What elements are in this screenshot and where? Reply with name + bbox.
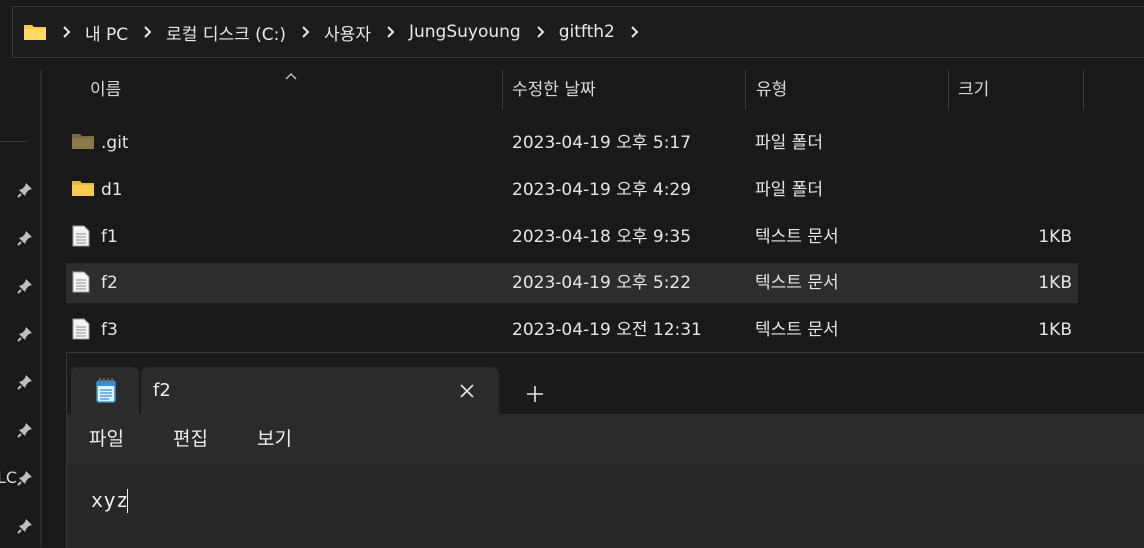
column-header-type[interactable]: 유형 [756,70,787,110]
nav-divider [0,141,27,142]
pin-icon[interactable] [16,229,34,247]
breadcrumb: 내 PC 로컬 디스크 (C:) 사용자 JungSuyoung gitfth2 [23,7,653,57]
file-name: d1 [101,180,123,200]
file-name: .git [101,133,129,153]
file-modified: 2023-04-19 오후 4:29 [512,180,692,200]
nav-item-partial-label[interactable]: LC [0,468,17,487]
text-file-icon [72,271,94,293]
file-size: 1KB [1038,320,1072,340]
pin-icon[interactable] [16,181,34,199]
file-size: 1KB [1038,227,1072,247]
column-divider[interactable] [502,70,503,110]
column-header-modified[interactable]: 수정한 날짜 [512,70,596,110]
pin-icon[interactable] [16,421,34,439]
column-divider[interactable] [948,70,949,110]
breadcrumb-item-this-pc[interactable]: 내 PC [85,20,128,45]
file-row-git[interactable]: .git 2023-04-19 오후 5:17 파일 폴더 [66,123,1078,163]
notepad-app-button[interactable] [71,367,139,414]
chevron-right-icon[interactable] [628,22,642,42]
file-modified: 2023-04-19 오후 5:22 [512,273,692,293]
breadcrumb-item-user[interactable]: JungSuyoung [409,22,521,42]
file-row-f1[interactable]: f1 2023-04-18 오후 9:35 텍스트 문서 1KB [66,217,1078,257]
breadcrumb-item-local-disk[interactable]: 로컬 디스크 (C:) [166,20,286,45]
file-type: 텍스트 문서 [755,273,839,293]
notepad-window: f2 파일 편집 보기 xyz [66,352,1144,548]
notepad-text-area[interactable]: xyz [67,464,1144,548]
file-modified: 2023-04-19 오전 12:31 [512,320,702,340]
file-name: f2 [101,273,118,293]
file-modified: 2023-04-18 오후 9:35 [512,227,692,247]
address-bar[interactable]: 내 PC 로컬 디스크 (C:) 사용자 JungSuyoung gitfth2 [12,6,1144,58]
chevron-right-icon[interactable] [534,22,548,42]
menu-view[interactable]: 보기 [257,414,292,464]
pin-icon[interactable] [16,517,34,535]
document-text: xyz [91,488,129,512]
file-modified: 2023-04-19 오후 5:17 [512,133,692,153]
file-type: 텍스트 문서 [755,320,839,340]
column-divider[interactable] [745,70,746,110]
chevron-right-icon[interactable] [299,22,313,42]
menu-file[interactable]: 파일 [89,414,124,464]
notepad-menu-bar: 파일 편집 보기 [67,414,1144,464]
text-caret [127,489,128,513]
menu-edit[interactable]: 편집 [173,414,208,464]
folder-icon [72,131,94,153]
close-icon[interactable] [455,379,479,403]
pin-icon[interactable] [16,469,34,487]
notepad-tab-bar: f2 [67,353,1144,414]
sort-up-icon [284,66,298,80]
file-row-f3[interactable]: f3 2023-04-19 오전 12:31 텍스트 문서 1KB [66,310,1078,350]
file-type: 파일 폴더 [755,180,823,200]
column-header-name[interactable]: 이름 [90,70,121,110]
file-size: 1KB [1038,273,1072,293]
folder-icon [72,178,94,200]
folder-icon [23,22,47,42]
file-name: f3 [101,320,118,340]
notepad-icon [95,377,117,403]
file-row-d1[interactable]: d1 2023-04-19 오후 4:29 파일 폴더 [66,170,1078,210]
file-name: f1 [101,227,118,247]
breadcrumb-item-users[interactable]: 사용자 [324,20,371,45]
add-tab-icon[interactable] [517,379,553,409]
text-file-icon [72,225,94,247]
column-header-size[interactable]: 크기 [958,70,989,110]
text-file-icon [72,318,94,340]
tab-title: f2 [153,380,171,401]
column-divider[interactable] [1083,70,1084,110]
file-type: 텍스트 문서 [755,227,839,247]
file-type: 파일 폴더 [755,133,823,153]
chevron-right-icon[interactable] [384,22,398,42]
file-row-f2[interactable]: f2 2023-04-19 오후 5:22 텍스트 문서 1KB [66,263,1078,303]
pin-icon[interactable] [16,277,34,295]
chevron-right-icon[interactable] [141,22,155,42]
breadcrumb-item-gitfth2[interactable]: gitfth2 [559,22,615,42]
pin-icon[interactable] [16,373,34,391]
pin-icon[interactable] [16,325,34,343]
nav-pane-scrollbar[interactable] [40,70,42,547]
tab-f2[interactable]: f2 [141,367,499,414]
chevron-right-icon[interactable] [60,22,74,42]
